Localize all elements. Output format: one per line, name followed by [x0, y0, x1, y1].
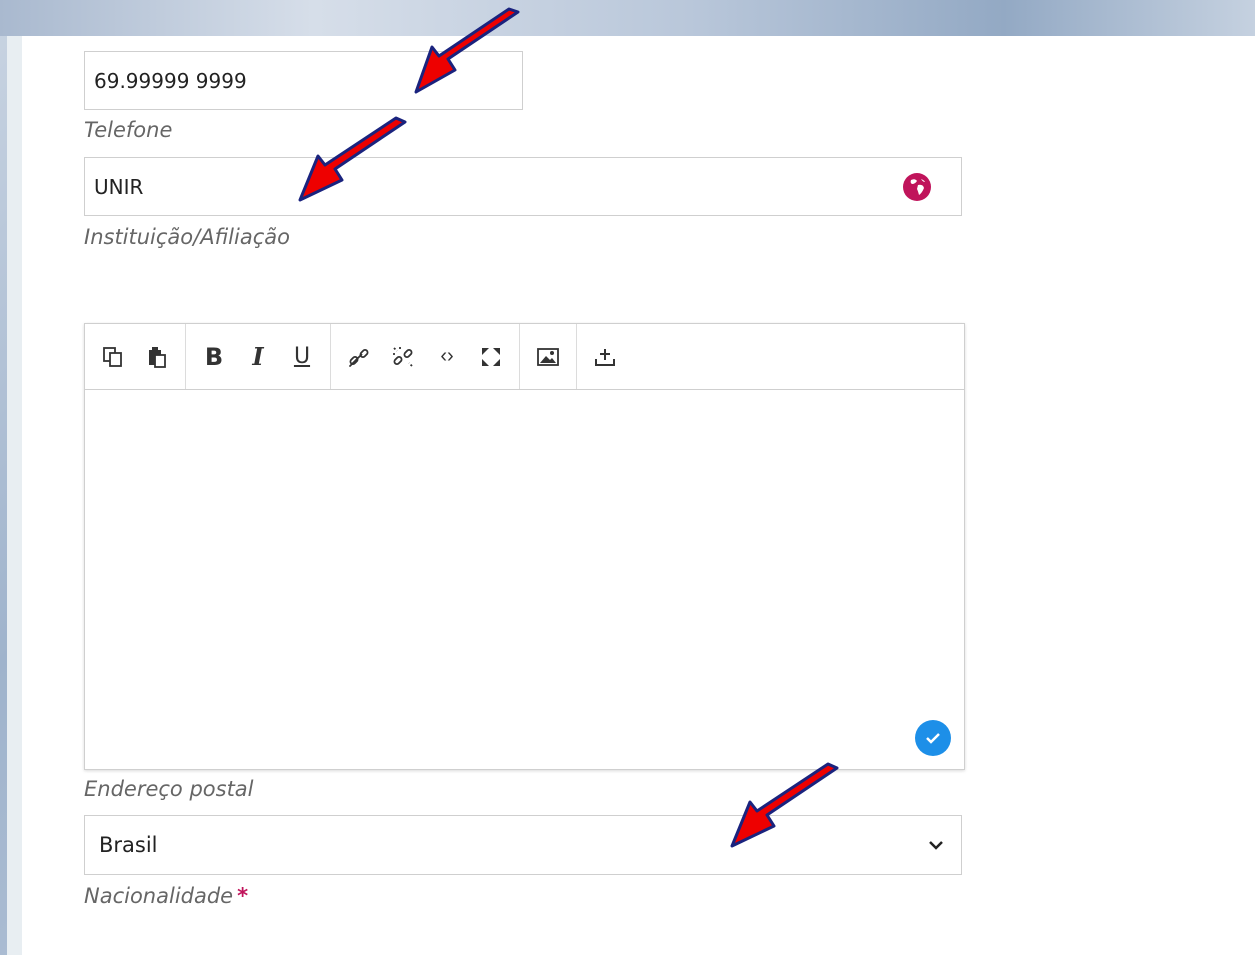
code-icon[interactable]: ‹›: [425, 335, 469, 379]
institution-input[interactable]: UNIR: [84, 157, 962, 216]
page-background: [0, 0, 1255, 36]
editor-content-area[interactable]: [85, 390, 964, 769]
nationality-label: Nacionalidade *: [84, 884, 248, 908]
phone-value: 69.99999 9999: [94, 68, 247, 93]
postal-address-label: Endereço postal: [84, 777, 254, 801]
arrow-icon: [730, 762, 839, 848]
institution-value: UNIR: [94, 174, 144, 199]
required-marker: *: [237, 884, 249, 908]
image-icon[interactable]: [526, 335, 570, 379]
link-group: ‹›: [331, 324, 520, 389]
bold-icon[interactable]: B: [192, 335, 236, 379]
institution-label: Instituição/Afiliação: [84, 225, 290, 249]
clipboard-group: [85, 324, 186, 389]
phone-label: Telefone: [84, 118, 173, 142]
italic-icon[interactable]: I: [236, 335, 280, 379]
arrow-icon: [414, 7, 520, 94]
link-icon[interactable]: [337, 335, 381, 379]
nationality-label-text: Nacionalidade: [84, 884, 234, 908]
nationality-value: Brasil: [99, 833, 158, 857]
chevron-down-icon: [929, 841, 943, 850]
format-group: B I U: [186, 324, 331, 389]
spellcheck-icon[interactable]: [915, 720, 951, 756]
postal-address-editor[interactable]: B I U ‹›: [84, 323, 965, 770]
underline-icon[interactable]: U: [280, 335, 324, 379]
unlink-icon[interactable]: [381, 335, 425, 379]
copy-icon[interactable]: [91, 335, 135, 379]
upload-icon[interactable]: [583, 335, 627, 379]
globe-icon[interactable]: [903, 173, 931, 201]
fullscreen-icon[interactable]: [469, 335, 513, 379]
upload-group: [577, 324, 633, 389]
paste-icon[interactable]: [135, 335, 179, 379]
arrow-icon: [298, 116, 407, 202]
editor-toolbar: B I U ‹›: [85, 324, 964, 390]
image-group: [520, 324, 577, 389]
panel-edge: [7, 36, 22, 955]
